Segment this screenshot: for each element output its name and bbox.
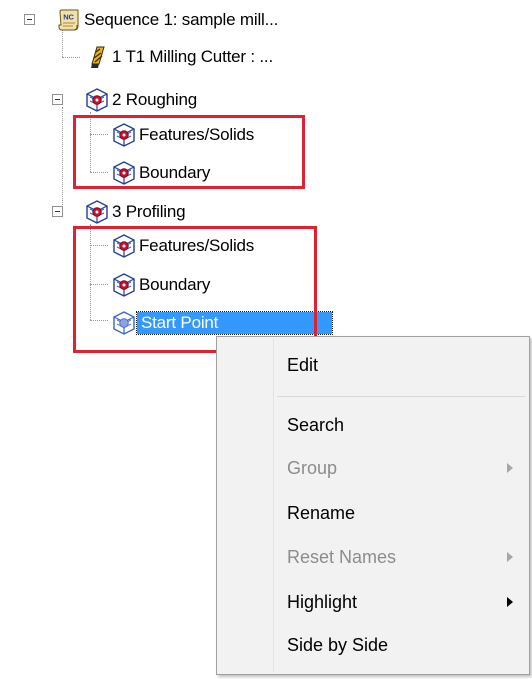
context-menu: Edit Search Group Rename Reset Names Hig… [216,336,530,675]
tree-node-tool[interactable]: 1 T1 Milling Cutter : ... [84,44,276,70]
submenu-arrow-icon [507,552,513,562]
collapse-profiling-toggle[interactable] [52,206,63,217]
menu-item-highlight[interactable]: Highlight [219,585,527,619]
menu-item-label: Reset Names [287,546,397,567]
tree-node-roughing[interactable]: 2 Roughing [84,87,200,113]
menu-item-label: Side by Side [287,634,389,655]
menu-item-search[interactable]: Search [219,408,527,442]
menu-item-group: Group [219,451,527,485]
highlight-box-profiling-children [73,226,317,353]
tree-node-profiling[interactable]: 3 Profiling [84,199,188,225]
collapse-sequence-toggle[interactable] [24,14,35,25]
nc-sequence-icon: NC [58,9,79,31]
menu-separator [277,396,525,397]
menu-item-reset-names: Reset Names [219,540,527,574]
menu-item-label: Group [287,457,338,478]
tree-node-label: 3 Profiling [112,202,186,221]
svg-text:NC: NC [63,13,74,22]
milling-cutter-icon [91,46,105,68]
menu-item-side-by-side[interactable]: Side by Side [219,628,527,662]
menu-item-label: Highlight [287,591,358,612]
highlight-box-roughing-children [73,115,305,189]
tree-node-label: 1 T1 Milling Cutter : ... [112,47,273,66]
menu-item-label: Edit [287,354,319,375]
toolpath-operation-icon [86,88,108,112]
tree-node-label: Sequence 1: sample mill... [84,10,279,29]
menu-item-rename[interactable]: Rename [219,496,527,530]
menu-item-edit[interactable]: Edit [219,348,527,382]
submenu-arrow-icon [507,597,513,607]
menu-item-label: Rename [287,502,356,523]
tree-node-sequence[interactable]: NC Sequence 1: sample mill... [56,7,281,33]
toolpath-operation-icon [86,200,108,224]
tree-node-label: 2 Roughing [112,90,197,109]
submenu-arrow-icon [507,463,513,473]
collapse-roughing-toggle[interactable] [52,94,63,105]
menu-item-label: Search [287,414,345,435]
